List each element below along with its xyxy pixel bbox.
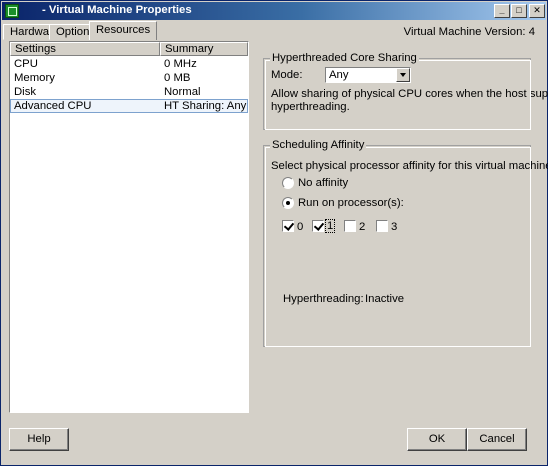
maximize-button[interactable]: □ xyxy=(511,4,527,18)
setting-name: Advanced CPU xyxy=(14,100,92,112)
no-affinity-radio[interactable] xyxy=(282,177,294,189)
chevron-down-icon[interactable] xyxy=(396,68,410,82)
vm-app-icon xyxy=(5,4,19,18)
processor-3-checkbox[interactable] xyxy=(376,220,388,232)
setting-summary: HT Sharing: Any xyxy=(164,100,247,112)
processor-2-label[interactable]: 2 xyxy=(359,221,365,233)
window-title: - Virtual Machine Properties xyxy=(42,4,192,16)
scheduling-affinity-group: Scheduling Affinity Select physical proc… xyxy=(263,139,548,347)
vm-properties-window: - Virtual Machine Properties _ □ ✕ Hardw… xyxy=(0,0,548,466)
ht-description-line2: hyperthreading. xyxy=(271,101,350,113)
affinity-prompt: Select physical processor affinity for t… xyxy=(271,160,548,172)
settings-row-advanced-cpu[interactable]: Advanced CPU HT Sharing: Any xyxy=(10,99,248,113)
run-on-processors-radio[interactable] xyxy=(282,197,294,209)
tab-resources[interactable]: Resources xyxy=(89,21,158,40)
ht-description-line1: Allow sharing of physical CPU cores when… xyxy=(271,88,548,100)
setting-summary: 0 MB xyxy=(164,72,191,84)
setting-name: CPU xyxy=(14,58,38,70)
settings-row-disk[interactable]: Disk Normal xyxy=(10,86,248,100)
hyperthreading-status: Inactive xyxy=(365,293,405,305)
hyperthreading-label: Hyperthreading: xyxy=(283,293,364,305)
setting-name: Memory xyxy=(14,72,55,84)
vm-version-label: Virtual Machine Version: 4 xyxy=(403,26,535,38)
mode-select[interactable]: Any xyxy=(325,67,411,83)
scheduling-affinity-group-title: Scheduling Affinity xyxy=(270,139,367,151)
processor-1-checkbox[interactable] xyxy=(312,220,324,232)
ok-button[interactable]: OK xyxy=(407,428,467,451)
cancel-button[interactable]: Cancel xyxy=(467,428,527,451)
processor-3-label[interactable]: 3 xyxy=(391,221,397,233)
settings-list[interactable]: Settings Summary CPU 0 MHz Memory 0 MB D… xyxy=(9,41,249,413)
tab-strip: Hardware Options Resources Virtual Machi… xyxy=(1,20,547,40)
processor-2-checkbox[interactable] xyxy=(344,220,356,232)
column-header-summary[interactable]: Summary xyxy=(160,42,248,56)
help-button[interactable]: Help xyxy=(9,428,69,451)
processor-1-label[interactable]: 1 xyxy=(324,219,336,233)
processor-0-label[interactable]: 0 xyxy=(297,221,303,233)
settings-row-memory[interactable]: Memory 0 MB xyxy=(10,72,248,86)
setting-name: Disk xyxy=(14,86,37,98)
processor-0-checkbox[interactable] xyxy=(282,220,294,232)
advanced-cpu-panel: Hyperthreaded Core Sharing Mode: Any All… xyxy=(253,41,548,413)
run-on-processors-label[interactable]: Run on processor(s): xyxy=(298,197,404,209)
no-affinity-label[interactable]: No affinity xyxy=(298,177,348,189)
setting-summary: Normal xyxy=(164,86,201,98)
ht-sharing-group-title: Hyperthreaded Core Sharing xyxy=(270,52,419,64)
column-header-settings[interactable]: Settings xyxy=(10,42,160,56)
mode-label: Mode: xyxy=(271,69,303,81)
minimize-button[interactable]: _ xyxy=(494,4,510,18)
settings-row-cpu[interactable]: CPU 0 MHz xyxy=(10,58,248,72)
settings-list-header: Settings Summary xyxy=(10,42,248,56)
mode-select-value: Any xyxy=(329,69,349,81)
dialog-button-bar: Help OK Cancel xyxy=(1,413,547,465)
ht-sharing-group: Hyperthreaded Core Sharing Mode: Any All… xyxy=(263,52,548,130)
setting-summary: 0 MHz xyxy=(164,58,197,70)
close-button[interactable]: ✕ xyxy=(529,4,545,18)
title-bar[interactable]: - Virtual Machine Properties _ □ ✕ xyxy=(2,2,546,20)
